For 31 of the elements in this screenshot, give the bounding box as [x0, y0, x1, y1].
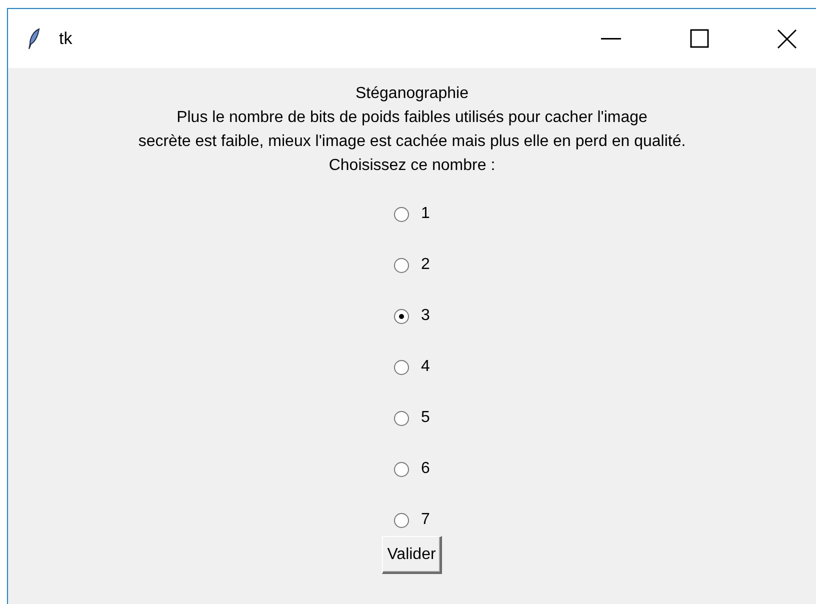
- radio-button[interactable]: [394, 258, 410, 272]
- radio-option[interactable]: 1: [394, 202, 430, 226]
- radio-option[interactable]: 2: [394, 253, 430, 277]
- radio-option[interactable]: 4: [394, 355, 430, 379]
- radio-label: 5: [421, 408, 430, 428]
- radio-button[interactable]: [394, 206, 410, 222]
- text-line: Plus le nombre de bits de poids faibles utilisés pour cacher l'image: [176, 108, 648, 128]
- radio-option[interactable]: 5: [394, 406, 430, 430]
- radio-label: 1: [421, 204, 430, 224]
- radio-label: 4: [421, 357, 430, 377]
- radio-button[interactable]: [394, 360, 410, 374]
- radio-button[interactable]: [394, 512, 410, 528]
- radio-label: 2: [421, 255, 430, 275]
- radio-button[interactable]: [394, 462, 410, 476]
- maximize-icon: [690, 29, 708, 48]
- radio-label: 6: [421, 459, 430, 479]
- radio-label: 3: [421, 306, 430, 326]
- radio-option[interactable]: 6: [394, 457, 430, 481]
- text-line: Stéganographie: [356, 84, 468, 104]
- validate-button[interactable]: Valider: [382, 536, 442, 574]
- minimize-icon: [601, 38, 621, 40]
- text-line: Choisissez ce nombre :: [328, 156, 496, 176]
- close-icon: [777, 28, 797, 48]
- radio-option[interactable]: 3: [394, 304, 430, 328]
- radio-button[interactable]: [394, 410, 410, 426]
- window-title: tk: [59, 28, 72, 50]
- feather-icon: [28, 28, 40, 50]
- radio-label: 7: [421, 510, 430, 530]
- radio-option[interactable]: 7: [394, 508, 430, 532]
- text-line: secrète est faible, mieux l'image est cachée mais plus elle en perd en qualité.: [138, 132, 686, 152]
- radio-button[interactable]: [394, 308, 410, 324]
